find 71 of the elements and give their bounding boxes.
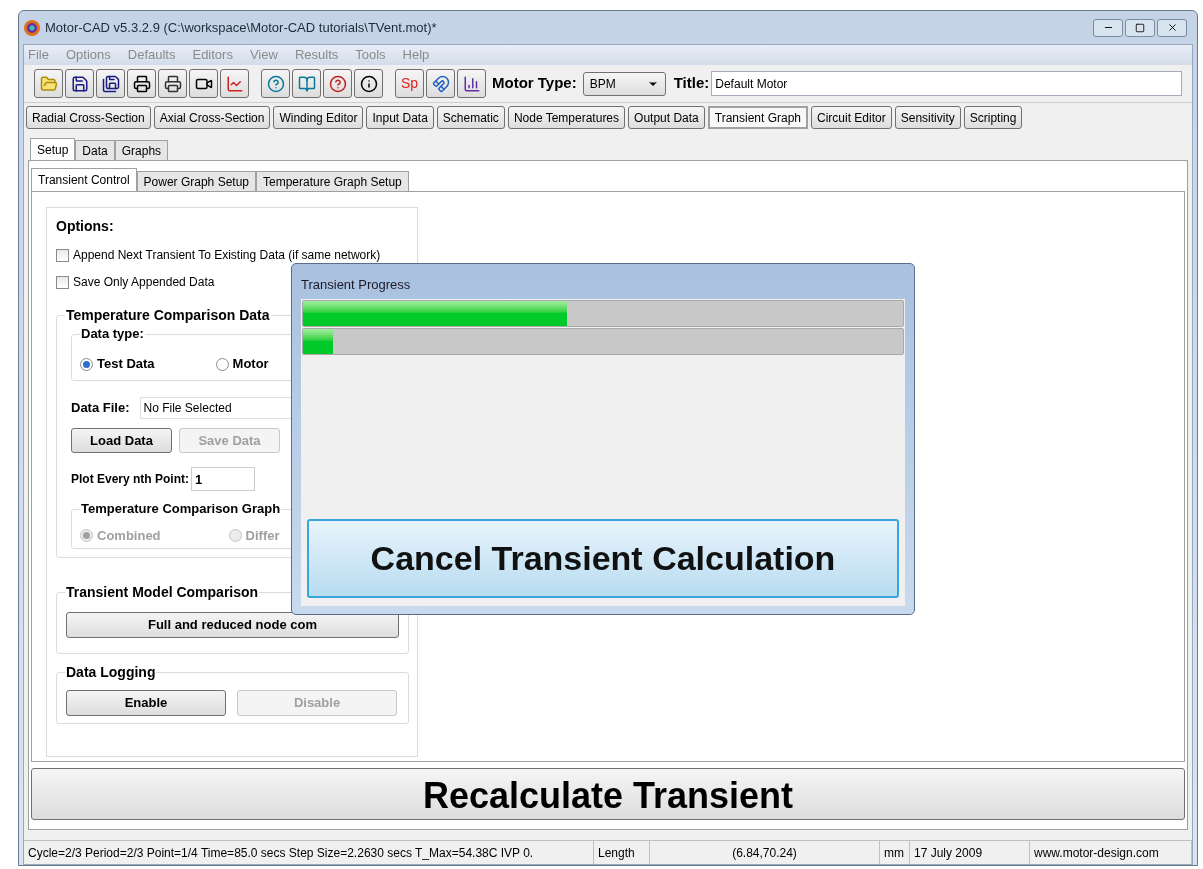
node-comparison-button[interactable]: Full and reduced node com [66,612,399,638]
inner-tab[interactable]: Transient Control [31,168,137,191]
radio-label: Combined [97,526,161,545]
printer-setup-icon[interactable] [158,69,187,98]
main-tab[interactable]: Input Data [366,106,434,129]
radio-button[interactable] [215,357,229,371]
radio-label: Test Data [97,355,155,374]
title-field[interactable]: Default Motor [711,71,1182,96]
status-text: www.motor-design.com [1030,841,1192,864]
radio-button[interactable] [80,357,93,371]
sub-tab[interactable]: Graphs [114,140,169,160]
save-icon[interactable] [65,69,94,98]
status-text: Cycle=2/3 Period=2/3 Point=1/4 Time=85.0 secs Step Size=2.2630 secs T_Max=54.38C IVP 0. [24,841,594,864]
motor-type-dropdown[interactable]: BPM [582,71,666,96]
help-question-icon[interactable] [323,69,352,98]
plot-point-label: Plot Every nth Point: [71,471,189,488]
plot-point-field[interactable]: 1 [191,467,255,491]
main-tab[interactable]: Scripting [963,106,1023,129]
logging-button[interactable]: Enable [66,690,226,716]
cancel-button[interactable]: Cancel Transient Calculation [307,519,899,598]
main-tab[interactable]: Transient Graph [707,106,809,129]
data-file-label: Data File: [71,399,130,418]
minimize-button[interactable] [1093,18,1123,37]
maximize-icon [1135,22,1145,33]
main-tab[interactable]: Radial Cross-Section [26,106,151,129]
status-text: Length [594,841,650,864]
main-tab[interactable]: Sensitivity [894,106,961,129]
main-tab[interactable]: Schematic [436,106,505,129]
title-label: Title: [673,73,710,94]
save-all-icon[interactable] [96,69,125,98]
help-icon[interactable] [261,69,290,98]
checkbox-label: Append Next Transient To Existing Data (if same network) [73,247,381,264]
close-button[interactable] [1157,18,1187,37]
group-heading: Transient Model Comparison [65,583,260,601]
window-title: Motor-CAD v5.3.2.9 (C:\workspace\Motor-CAD tutorials\TVent.mot)* [45,18,437,37]
maximize-button[interactable] [1125,18,1155,37]
print-icon[interactable] [127,69,156,98]
video-camera-icon[interactable] [189,69,218,98]
group-heading: Data Logging [65,663,157,681]
radio-label: Differ [245,526,280,545]
main-tab[interactable]: Axial Cross-Section [153,106,271,129]
data-button[interactable]: Load Data [71,428,172,453]
gear-logo-icon [23,18,41,37]
recalculate-button[interactable]: Recalculate Transient [31,768,1185,820]
group-heading: Temperature Comparison Data [65,306,271,324]
info-icon[interactable] [354,69,383,98]
status-text: 17 July 2009 [910,841,1030,864]
inner-tab[interactable]: Power Graph Setup [136,171,256,191]
status-text: mm [880,841,910,864]
options-heading: Options: [56,217,115,236]
checkbox-label: Save Only Appended Data [73,274,215,291]
checkbox[interactable] [56,275,69,289]
inner-tab[interactable]: Temperature Graph Setup [256,171,409,191]
magnet-icon[interactable] [426,69,455,98]
line-chart-icon[interactable] [220,69,249,98]
motor-type-label: Motor Type: [492,73,577,94]
main-tab[interactable]: Circuit Editor [811,106,892,129]
checkbox[interactable] [56,248,69,262]
bar-chart-icon[interactable] [457,69,486,98]
radio-label: Motor [232,355,269,374]
book-help-icon[interactable] [292,69,321,98]
sub-tab[interactable]: Data [75,140,115,160]
status-text: (6.84,70.24) [650,841,880,864]
main-tab[interactable]: Node Temperatures [507,106,626,129]
sub-tab[interactable]: Setup [30,138,76,160]
main-tab[interactable]: Output Data [628,106,705,129]
main-tab[interactable]: Winding Editor [273,106,364,129]
dialog-title: Transient Progress [301,276,412,294]
close-icon [1166,22,1178,33]
open-folder-icon[interactable] [34,69,63,98]
sp-button[interactable]: Sp [395,69,424,98]
